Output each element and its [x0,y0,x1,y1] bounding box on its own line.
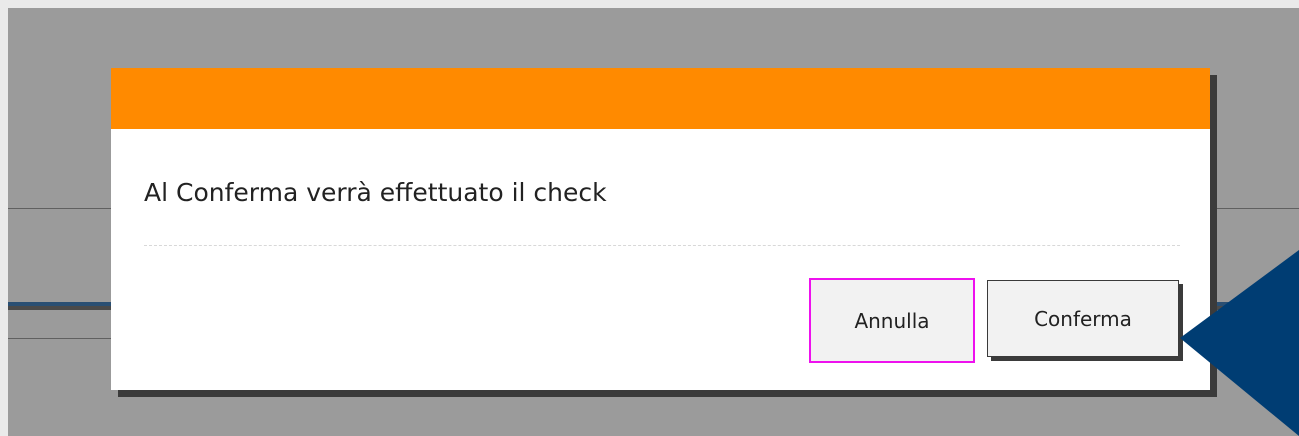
dialog-divider [144,245,1180,246]
dialog-message: Al Conferma verrà effettuato il check [144,178,607,207]
confirm-button[interactable]: Conferma [987,280,1179,357]
confirm-dialog: Al Conferma verrà effettuato il check An… [111,68,1210,390]
cancel-button[interactable]: Annulla [809,278,975,363]
dialog-header [111,68,1210,129]
pointer-arrow-icon [1180,250,1299,436]
pointer-arrow-shape [1180,250,1299,436]
